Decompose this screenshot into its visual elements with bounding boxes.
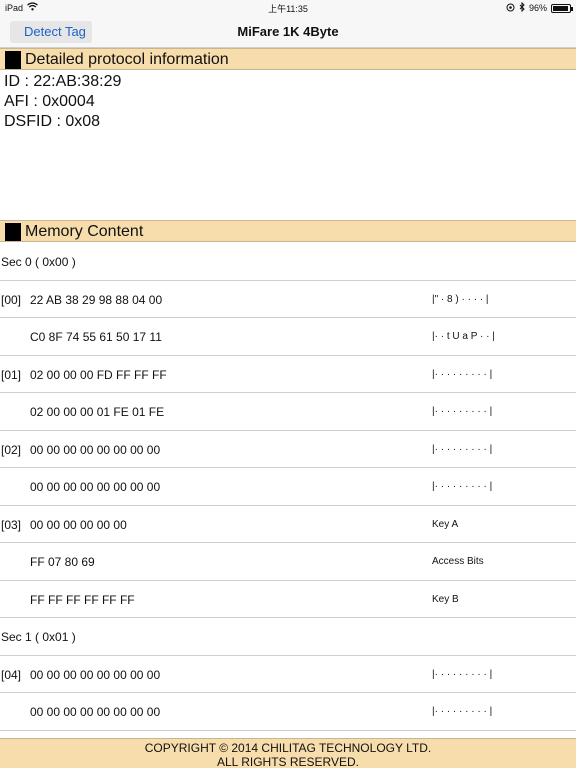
sector-row[interactable]: Sec 1 ( 0x01 ) [0,618,576,656]
ascii-or-label: |· · · · · · · · · | [432,481,493,492]
footer-copyright: COPYRIGHT © 2014 CHILITAG TECHNOLOGY LTD… [0,738,576,768]
hex-bytes: 00 00 00 00 00 00 00 00 [30,667,161,682]
ascii-or-label: |" · 8 ) · · · · | [432,293,489,305]
hex-bytes: 00 00 00 00 00 00 00 00 [30,480,161,494]
block-index: [00] [1,292,22,307]
bluetooth-icon [519,1,525,14]
ascii-or-label: |· · t U a P · · | [432,331,495,342]
ascii-or-label: |· · · · · · · · · | [432,706,493,717]
memory-row[interactable]: FF 07 80 69 Access Bits [0,543,576,581]
navigation-bar: Detect Tag MiFare 1K 4Byte [0,16,576,48]
copyright-line: COPYRIGHT © 2014 CHILITAG TECHNOLOGY LTD… [144,741,432,755]
location-icon [506,3,515,14]
memory-row[interactable]: 00 00 00 00 00 00 00 00 |· · · · · · · · … [0,468,576,506]
hex-bytes: 02 00 00 00 01 FE 01 FE [30,405,165,419]
page-title: MiFare 1K 4Byte [237,24,339,39]
hex-bytes: 00 00 00 00 00 00 00 00 [30,705,161,719]
memory-row[interactable]: [01] 02 00 00 00 FD FF FF FF |· · · · · · … [0,356,576,393]
memory-row[interactable]: [02] 00 00 00 00 00 00 00 00 |· · · · · · … [0,431,576,468]
rights-line: ALL RIGHTS RESERVED. [216,755,360,768]
ascii-or-label: |· · · · · · · · · | [432,368,493,380]
memory-section-header: Memory Content [0,220,576,242]
hex-bytes: FF FF FF FF FF FF [30,592,135,607]
memory-row[interactable]: [04] 00 00 00 00 00 00 00 00 |· · · · · · … [0,656,576,693]
memory-row[interactable]: C0 8F 74 55 61 50 17 11 |· · t U a P · · … [0,318,576,356]
hex-bytes: 00 00 00 00 00 00 00 00 [30,442,161,457]
memory-row[interactable]: FF FF FF FF FF FF Key B [0,581,576,618]
hex-bytes: 00 00 00 00 00 00 [30,517,127,532]
ascii-or-label: Access Bits [432,556,484,567]
block-index: [03] [1,517,22,532]
section-marker-icon [5,223,21,241]
hex-bytes: FF 07 80 69 [30,555,95,569]
protocol-section-title: Detailed protocol information [25,51,229,68]
ascii-or-label: Key A [432,518,459,530]
ascii-or-label: |· · · · · · · · · | [432,406,493,417]
tag-id: ID : 22:AB:38:29 [4,73,122,90]
hex-bytes: 02 00 00 00 FD FF FF FF [30,367,167,382]
memory-content-list[interactable]: Sec 0 ( 0x00 ) [00] 22 AB 38 29 98 88 04 0… [0,243,576,731]
hex-bytes: 22 AB 38 29 98 88 04 00 [30,292,163,307]
memory-row[interactable]: 02 00 00 00 01 FE 01 FE |· · · · · · · · … [0,393,576,431]
ascii-or-label: |· · · · · · · · · | [432,443,493,455]
block-index: [01] [1,367,22,382]
tag-afi: AFI : 0x0004 [4,93,95,110]
ascii-or-label: Key B [432,593,459,605]
block-index: [04] [1,667,22,682]
memory-row[interactable]: [00] 22 AB 38 29 98 88 04 00 |" · 8 ) · · … [0,281,576,318]
memory-row[interactable]: 00 00 00 00 00 00 00 00 |· · · · · · · · … [0,693,576,731]
status-right: 96% [506,1,573,14]
protocol-info: ID : 22:AB:38:29 AFI : 0x0004 DSFID : 0x… [4,72,121,132]
section-marker-icon [5,51,21,69]
tag-dsfid: DSFID : 0x08 [4,113,101,130]
battery-percent: 96% [528,3,547,13]
memory-row[interactable]: [03] 00 00 00 00 00 00 Key A [0,506,576,543]
status-time: 上午11:35 [268,4,308,14]
hex-bytes: C0 8F 74 55 61 50 17 11 [30,330,162,344]
block-index: Sec 0 ( 0x00 ) [1,255,76,269]
protocol-section-header: Detailed protocol information [0,48,576,70]
block-index: [02] [1,442,22,457]
memory-section-title: Memory Content [25,223,144,240]
block-index: Sec 1 ( 0x01 ) [1,630,76,644]
status-bar: iPad 上午11:35 96% [0,0,576,16]
ascii-or-label: |· · · · · · · · · | [432,668,493,680]
sector-row[interactable]: Sec 0 ( 0x00 ) [0,243,576,281]
battery-icon [551,3,573,13]
